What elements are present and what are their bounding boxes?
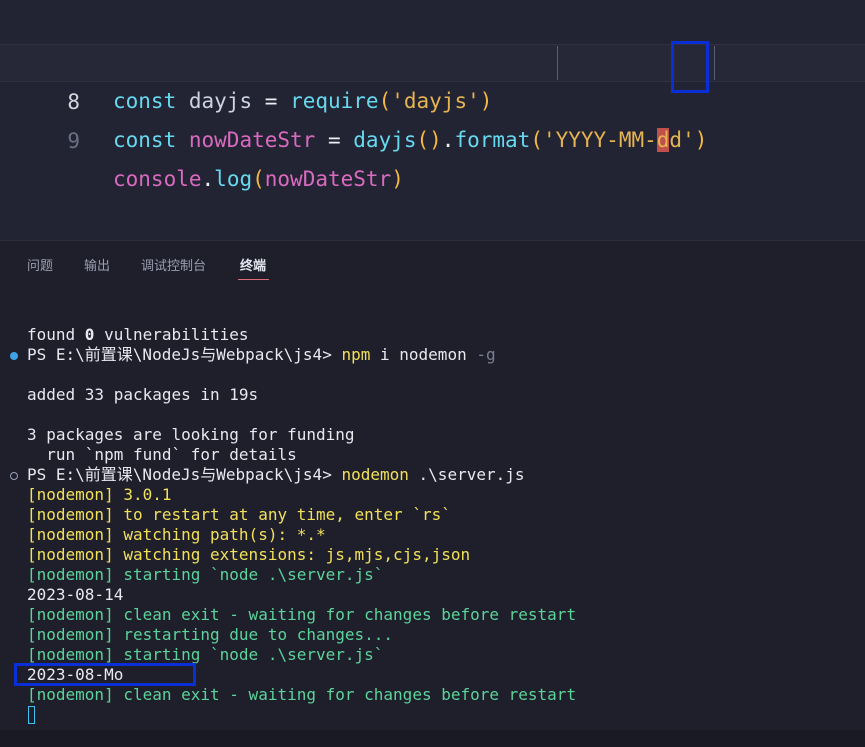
code-content[interactable]: const nowDateStr = dayjs().format('YYYY-… <box>113 121 707 159</box>
token-variable: nowDateStr <box>188 128 316 152</box>
annotation-highlight-box <box>14 663 196 686</box>
token-dot: . <box>201 167 215 191</box>
prompt-path: PS E:\前置课\NodeJs与Webpack\js4> <box>27 345 342 364</box>
terminal-text: found <box>27 325 85 344</box>
terminal-line: [nodemon] clean exit - waiting for chang… <box>27 685 577 704</box>
terminal-line: [nodemon] starting `node .\server.js` <box>27 645 384 664</box>
active-tab-indicator <box>238 279 269 280</box>
terminal-prompt-line: PS E:\前置课\NodeJs与Webpack\js4> npm i node… <box>27 345 496 365</box>
token-string-selected: d <box>656 128 670 152</box>
token-variable: nowDateStr <box>264 167 392 191</box>
code-content[interactable]: console.log(nowDateStr) <box>113 160 404 198</box>
token-string: ' <box>682 128 695 152</box>
terminal-line: [nodemon] 3.0.1 <box>27 485 172 504</box>
token-string: 'YYYY-MM- <box>542 128 657 152</box>
token-paren: () <box>416 128 442 152</box>
code-line-8[interactable]: 8 const nowDateStr = dayjs().format('YYY… <box>0 44 865 152</box>
terminal-line: run `npm fund` for details <box>27 445 297 464</box>
token-function: log <box>214 167 253 191</box>
command-args: i nodemon <box>370 345 467 364</box>
code-line-9[interactable]: 9 console.log(nowDateStr) <box>0 84 865 191</box>
token-paren: ( <box>530 128 543 152</box>
token-dot: . <box>441 128 455 152</box>
terminal-line: [nodemon] to restart at any time, enter … <box>27 505 451 524</box>
terminal-line: [nodemon] restarting due to changes... <box>27 625 394 644</box>
code-line-7[interactable]: 7 const dayjs = require('dayjs') <box>0 6 865 113</box>
terminal-cursor <box>28 706 35 724</box>
terminal-line: 2023-08-14 <box>27 585 124 604</box>
terminal-text: vulnerabilities <box>94 325 249 344</box>
command-running-dot-icon[interactable] <box>10 472 18 480</box>
command-args: .\server.js <box>408 465 525 484</box>
tab-terminal[interactable]: 终端 <box>240 255 266 274</box>
token-paren: ) <box>391 167 404 191</box>
status-area <box>0 730 865 747</box>
token-string: d <box>669 128 683 152</box>
token-paren: ) <box>694 128 708 152</box>
token-operator: = <box>327 128 341 152</box>
line-number: 9 <box>67 129 80 153</box>
terminal-line: [nodemon] watching extensions: js,mjs,cj… <box>27 545 471 564</box>
tab-problems[interactable]: 问题 <box>27 255 53 274</box>
terminal-line: 3 packages are looking for funding <box>27 425 355 444</box>
terminal-line: [nodemon] clean exit - waiting for chang… <box>27 605 577 624</box>
terminal-line: [nodemon] watching path(s): *.* <box>27 525 326 544</box>
tab-output[interactable]: 输出 <box>84 255 110 274</box>
code-editor[interactable]: 7 const dayjs = require('dayjs') ... 8 c… <box>0 0 865 240</box>
command-flag: -g <box>466 345 496 364</box>
terminal-line: [nodemon] starting `node .\server.js` <box>27 565 384 584</box>
token-function: dayjs <box>353 128 417 152</box>
token-function: format <box>454 128 531 152</box>
command-name: npm <box>341 345 371 364</box>
command-name: nodemon <box>341 465 409 484</box>
bracket-guide <box>714 46 715 80</box>
token-keyword: const <box>113 128 177 152</box>
token-object: console <box>113 167 202 191</box>
prompt-path: PS E:\前置课\NodeJs与Webpack\js4> <box>27 465 342 484</box>
bracket-guide <box>557 46 558 80</box>
command-success-dot-icon[interactable] <box>10 352 18 360</box>
vulnerability-count: 0 <box>84 325 95 344</box>
terminal-prompt-line: PS E:\前置课\NodeJs与Webpack\js4> nodemon .\… <box>27 465 525 485</box>
terminal-line: found 0 vulnerabilities <box>27 325 249 345</box>
terminal-line: added 33 packages in 19s <box>27 385 259 404</box>
bottom-panel: 问题 输出 调试控制台 终端 found 0 vulnerabilities PS… <box>0 240 865 731</box>
token-paren: ( <box>252 167 265 191</box>
tab-debug-console[interactable]: 调试控制台 <box>141 255 206 274</box>
